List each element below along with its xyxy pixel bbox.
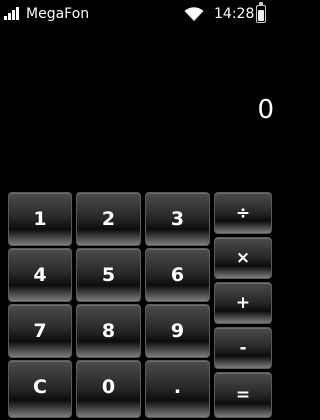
wifi-icon bbox=[184, 7, 204, 21]
equals-button[interactable]: = bbox=[214, 372, 272, 418]
key-7[interactable]: 7 bbox=[8, 304, 72, 358]
minus-button[interactable]: - bbox=[214, 327, 272, 369]
result-display: 0 bbox=[257, 95, 274, 125]
key-1[interactable]: 1 bbox=[8, 192, 72, 246]
key-8[interactable]: 8 bbox=[76, 304, 141, 358]
clock: 14:28 bbox=[214, 6, 255, 22]
decimal-point-button[interactable]: . bbox=[145, 360, 210, 418]
clear-button[interactable]: C bbox=[8, 360, 72, 418]
multiply-button[interactable]: × bbox=[214, 237, 272, 279]
divide-button[interactable]: ÷ bbox=[214, 192, 272, 234]
key-3[interactable]: 3 bbox=[145, 192, 210, 246]
status-bar: MegaFon 14:28 bbox=[0, 0, 280, 28]
key-0[interactable]: 0 bbox=[76, 360, 141, 418]
carrier-name: MegaFon bbox=[26, 6, 90, 22]
plus-button[interactable]: + bbox=[214, 282, 272, 324]
key-2[interactable]: 2 bbox=[76, 192, 141, 246]
key-9[interactable]: 9 bbox=[145, 304, 210, 358]
signal-bars-icon bbox=[4, 6, 22, 20]
key-6[interactable]: 6 bbox=[145, 248, 210, 302]
key-4[interactable]: 4 bbox=[8, 248, 72, 302]
battery-icon bbox=[256, 2, 266, 23]
key-5[interactable]: 5 bbox=[76, 248, 141, 302]
